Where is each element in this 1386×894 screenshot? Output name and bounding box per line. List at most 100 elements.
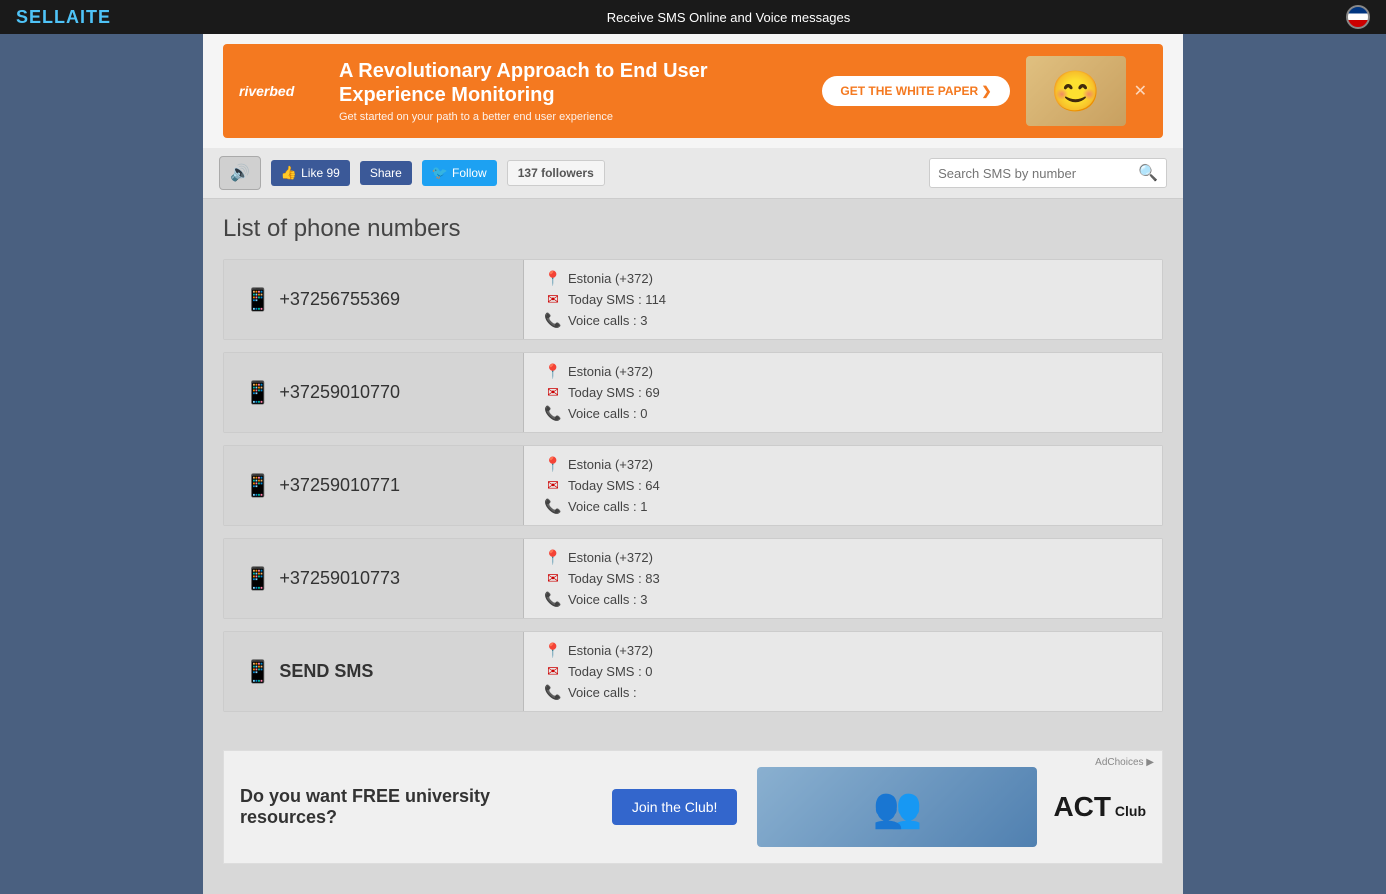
phone-country: 📍 Estonia (+372) [544, 456, 1142, 473]
facebook-share-button[interactable]: Share [360, 161, 412, 185]
followers-count: 137 [518, 166, 538, 180]
sms-icon: ✉ [544, 570, 562, 587]
phone-sms: ✉ Today SMS : 64 [544, 477, 1142, 494]
sound-icon: 🔊 [230, 163, 250, 183]
ad-bottom-question: Do you want FREE university resources? [240, 786, 592, 828]
phone-row: 📱 +37259010770 📍 Estonia (+372) ✉ Today … [223, 352, 1163, 433]
phone-icon: 📱 [244, 287, 271, 313]
search-area: 🔍 [929, 158, 1167, 188]
phone-icon: 📱 [244, 566, 271, 592]
phone-number-right: 📍 Estonia (+372) ✉ Today SMS : 83 📞 Voic… [524, 539, 1162, 618]
voice-icon: 📞 [544, 405, 562, 422]
phone-country: 📍 Estonia (+372) [544, 270, 1142, 287]
ad-choices-label: AdChoices ▶ [1095, 757, 1154, 768]
like-label: Like 99 [301, 166, 340, 180]
followers-badge: 137 followers [507, 160, 605, 186]
ad-brand: riverbed [239, 83, 319, 99]
country-text: Estonia (+372) [568, 364, 653, 379]
sms-text: Today SMS : 69 [568, 385, 660, 400]
phone-voice: 📞 Voice calls : 1 [544, 498, 1142, 515]
ad-brand-name: riverbed [239, 83, 319, 99]
ad-bottom-cta-button[interactable]: Join the Club! [612, 789, 738, 825]
thumbs-up-icon: 👍 [281, 165, 297, 181]
ad-banner-top: riverbed A Revolutionary Approach to End… [203, 34, 1183, 148]
phone-country: 📍 Estonia (+372) [544, 549, 1142, 566]
send-sms-sms: ✉ Today SMS : 0 [544, 663, 1142, 680]
ad-text: A Revolutionary Approach to End User Exp… [339, 59, 806, 123]
phone-icon: 📱 [244, 380, 271, 406]
phone-number-left[interactable]: 📱 +37259010773 [224, 539, 524, 618]
phone-voice: 📞 Voice calls : 3 [544, 591, 1142, 608]
logo-text1: SELL [16, 7, 66, 27]
sound-button[interactable]: 🔊 [219, 156, 261, 190]
location-icon: 📍 [544, 456, 562, 473]
location-icon: 📍 [544, 642, 562, 659]
logo-text3: ITE [80, 7, 111, 27]
phone-number-left[interactable]: 📱 +37259010771 [224, 446, 524, 525]
content-area: List of phone numbers 📱 +37256755369 📍 E… [203, 199, 1183, 740]
topbar: SELLAITE Receive SMS Online and Voice me… [0, 0, 1386, 34]
phone-number-right: 📍 Estonia (+372) ✉ Today SMS : 64 📞 Voic… [524, 446, 1162, 525]
sms-text: Today SMS : 114 [568, 292, 666, 307]
ad-bottom-text: Do you want FREE university resources? [240, 786, 592, 828]
sms-icon: ✉ [544, 291, 562, 308]
ad-close-icon[interactable]: ✕ [1134, 81, 1147, 101]
phone-number-left[interactable]: 📱 +37256755369 [224, 260, 524, 339]
ad-image: 😊 [1026, 56, 1126, 126]
ad-banner-bottom: AdChoices ▶ Do you want FREE university … [223, 750, 1163, 864]
main-container: riverbed A Revolutionary Approach to End… [203, 34, 1183, 894]
phone-country: 📍 Estonia (+372) [544, 363, 1142, 380]
topbar-tagline: Receive SMS Online and Voice messages [111, 10, 1346, 25]
location-icon: 📍 [544, 549, 562, 566]
phone-number-right: 📍 Estonia (+372) ✉ Today SMS : 69 📞 Voic… [524, 353, 1162, 432]
phone-number-list: 📱 +37256755369 📍 Estonia (+372) ✉ Today … [223, 259, 1163, 619]
followers-label: followers [541, 166, 594, 180]
phone-number-left[interactable]: 📱 +37259010770 [224, 353, 524, 432]
send-sms-right: 📍 Estonia (+372) ✉ Today SMS : 0 📞 Voice… [524, 632, 1162, 711]
voice-text: Voice calls : 3 [568, 592, 648, 607]
language-flag[interactable] [1346, 5, 1370, 29]
phone-icon: 📱 [244, 659, 271, 685]
sms-icon: ✉ [544, 384, 562, 401]
twitter-follow-button[interactable]: 🐦 Follow [422, 160, 497, 186]
search-icon[interactable]: 🔍 [1138, 163, 1158, 183]
facebook-like-button[interactable]: 👍 Like 99 [271, 160, 350, 186]
search-input[interactable] [938, 166, 1138, 181]
phone-number-text: +37256755369 [279, 289, 400, 310]
ad-cta-button[interactable]: GET THE WHITE PAPER ❯ [822, 76, 1009, 106]
voice-text: Voice calls : 1 [568, 499, 648, 514]
location-icon: 📍 [544, 270, 562, 287]
sms-text: Today SMS : 83 [568, 571, 660, 586]
location-icon: 📍 [544, 363, 562, 380]
send-sms-left[interactable]: 📱 SEND SMS [224, 632, 524, 711]
phone-sms: ✉ Today SMS : 114 [544, 291, 1142, 308]
sms-text: Today SMS : 64 [568, 478, 660, 493]
voice-text: Voice calls : 3 [568, 313, 648, 328]
ad-headline: A Revolutionary Approach to End User Exp… [339, 59, 806, 107]
ad-bottom-logo: ACT Club [1053, 791, 1146, 823]
phone-number-text: +37259010773 [279, 568, 400, 589]
voice-icon: 📞 [544, 312, 562, 329]
country-text: Estonia (+372) [568, 271, 653, 286]
voice-icon: 📞 [544, 591, 562, 608]
phone-row: 📱 +37256755369 📍 Estonia (+372) ✉ Today … [223, 259, 1163, 340]
phone-row: 📱 +37259010771 📍 Estonia (+372) ✉ Today … [223, 445, 1163, 526]
country-text: Estonia (+372) [568, 457, 653, 472]
twitter-icon: 🐦 [432, 165, 448, 181]
voice-icon: 📞 [544, 684, 562, 701]
voice-text: Voice calls : 0 [568, 406, 648, 421]
phone-sms: ✉ Today SMS : 69 [544, 384, 1142, 401]
page-title: List of phone numbers [223, 215, 1163, 243]
ad-subtext: Get started on your path to a better end… [339, 111, 806, 123]
send-sms-country-text: Estonia (+372) [568, 643, 653, 658]
sms-icon: ✉ [544, 663, 562, 680]
country-text: Estonia (+372) [568, 550, 653, 565]
phone-voice: 📞 Voice calls : 0 [544, 405, 1142, 422]
send-sms-voice: 📞 Voice calls : [544, 684, 1142, 701]
send-sms-row: 📱 SEND SMS 📍 Estonia (+372) ✉ Today SMS … [223, 631, 1163, 712]
voice-icon: 📞 [544, 498, 562, 515]
send-sms-sms-text: Today SMS : 0 [568, 664, 653, 679]
ad-bottom-image: 👥 [757, 767, 1037, 847]
phone-icon: 📱 [244, 473, 271, 499]
phone-sms: ✉ Today SMS : 83 [544, 570, 1142, 587]
